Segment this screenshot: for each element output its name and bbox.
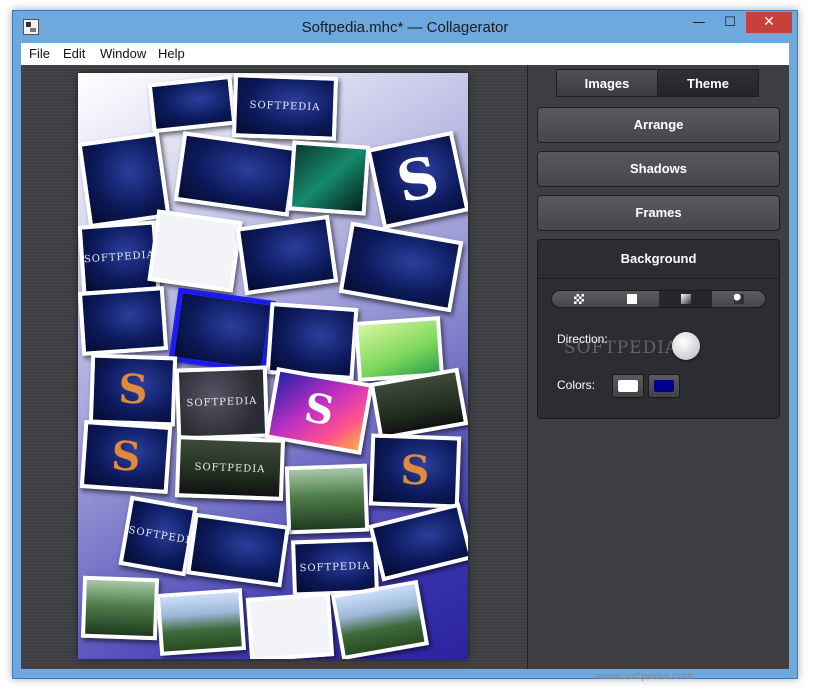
tab-images[interactable]: Images	[556, 69, 658, 97]
app-window: Softpedia.mhc* — Collagerator — ☐ ✕ File…	[12, 10, 798, 679]
client-area: SOFTPEDIA S SOFTPEDIA S SOFTPEDIA S S SO…	[21, 65, 789, 669]
menu-file[interactable]: File	[29, 46, 50, 61]
collage-photo[interactable]	[245, 592, 335, 659]
photo-caption: SOFTPEDIA	[249, 100, 321, 114]
collage-photo-selected[interactable]	[169, 288, 275, 374]
collage-photo[interactable]	[186, 512, 290, 588]
menu-window[interactable]: Window	[100, 46, 146, 61]
collage-photo[interactable]	[80, 575, 160, 641]
colors-label: Colors:	[557, 378, 596, 392]
collage-photo[interactable]	[235, 214, 339, 296]
photo-caption: SOFTPEDIA	[83, 249, 156, 266]
collage-photo[interactable]	[330, 579, 430, 659]
sidebar-tabs: Images Theme	[556, 69, 760, 97]
collage-photo[interactable]	[147, 209, 243, 293]
menu-bar: File Edit Window Help	[21, 43, 789, 65]
collage-photo[interactable]	[368, 502, 468, 582]
color-well-end[interactable]	[648, 374, 680, 398]
sidebar-panel: Images Theme Arrange Shadows Frames Back…	[527, 65, 789, 669]
photo-caption: SOFTPEDIA	[127, 524, 200, 548]
color-swatch-navy	[654, 380, 674, 392]
background-fill-mode-selector	[551, 290, 766, 308]
background-panel-title[interactable]: Background	[538, 240, 779, 279]
arrange-button[interactable]: Arrange	[537, 107, 780, 143]
watermark-text: SOFTPEDIA	[564, 338, 679, 358]
tab-theme[interactable]: Theme	[657, 69, 759, 97]
fill-mode-checker[interactable]	[552, 291, 605, 307]
collage-photo[interactable]	[78, 286, 169, 356]
collage-photo[interactable]: S	[366, 130, 468, 230]
minimize-button[interactable]: —	[685, 12, 713, 33]
collage-photo[interactable]	[284, 463, 370, 535]
color-well-start[interactable]	[612, 374, 644, 398]
collage-photo[interactable]	[155, 588, 247, 656]
softpedia-logo-letter: S	[109, 432, 143, 481]
fill-mode-radial-gradient[interactable]	[712, 291, 765, 307]
softpedia-logo-letter: S	[399, 446, 431, 495]
collage-photo[interactable]: SOFTPEDIA	[78, 220, 161, 296]
collage-photo[interactable]	[147, 74, 237, 134]
collage-photo[interactable]: SOFTPEDIA	[174, 435, 286, 501]
collage-photo[interactable]: S	[368, 433, 462, 509]
collage-photo[interactable]	[173, 131, 299, 217]
frames-button[interactable]: Frames	[537, 195, 780, 231]
linear-gradient-icon	[680, 294, 691, 304]
collage-photo[interactable]: SOFTPEDIA	[174, 365, 270, 441]
fill-mode-linear-gradient[interactable]	[659, 291, 712, 307]
menu-help[interactable]: Help	[158, 46, 185, 61]
collage-photo[interactable]: S	[88, 353, 178, 427]
title-bar[interactable]: Softpedia.mhc* — Collagerator — ☐ ✕	[13, 11, 797, 44]
direction-knob[interactable]	[672, 332, 700, 360]
collage-photo[interactable]	[287, 140, 371, 216]
softpedia-footer-watermark: www.softpedia.com	[596, 671, 694, 682]
close-button[interactable]: ✕	[746, 12, 792, 33]
shadows-button[interactable]: Shadows	[537, 151, 780, 187]
collage-photo[interactable]: SOFTPEDIA	[118, 495, 200, 577]
softpedia-logo-letter: S	[391, 143, 445, 217]
fill-mode-solid[interactable]	[605, 291, 658, 307]
softpedia-logo-letter: S	[117, 365, 149, 414]
menu-edit[interactable]: Edit	[63, 46, 85, 61]
collage-photo[interactable]	[338, 221, 464, 313]
collage-canvas[interactable]: SOFTPEDIA S SOFTPEDIA S SOFTPEDIA S S SO…	[78, 73, 468, 659]
photo-caption: SOFTPEDIA	[194, 461, 266, 475]
collage-photo[interactable]: SOFTPEDIA	[291, 537, 379, 597]
photo-caption: SOFTPEDIA	[186, 395, 258, 409]
canvas-workspace[interactable]: SOFTPEDIA S SOFTPEDIA S SOFTPEDIA S S SO…	[21, 65, 527, 669]
checker-pattern-icon	[573, 294, 584, 304]
maximize-button[interactable]: ☐	[716, 12, 744, 33]
color-swatch-white	[618, 380, 638, 392]
background-panel: Background Direction: SOFTPEDIA Colors:	[537, 239, 780, 419]
collage-photo[interactable]: SOFTPEDIA	[231, 73, 339, 141]
collage-photo[interactable]: S	[79, 420, 173, 494]
solid-fill-icon	[626, 294, 637, 304]
photo-caption: SOFTPEDIA	[299, 560, 371, 575]
window-title: Softpedia.mhc* — Collagerator	[301, 19, 509, 36]
radial-gradient-icon	[733, 294, 744, 304]
